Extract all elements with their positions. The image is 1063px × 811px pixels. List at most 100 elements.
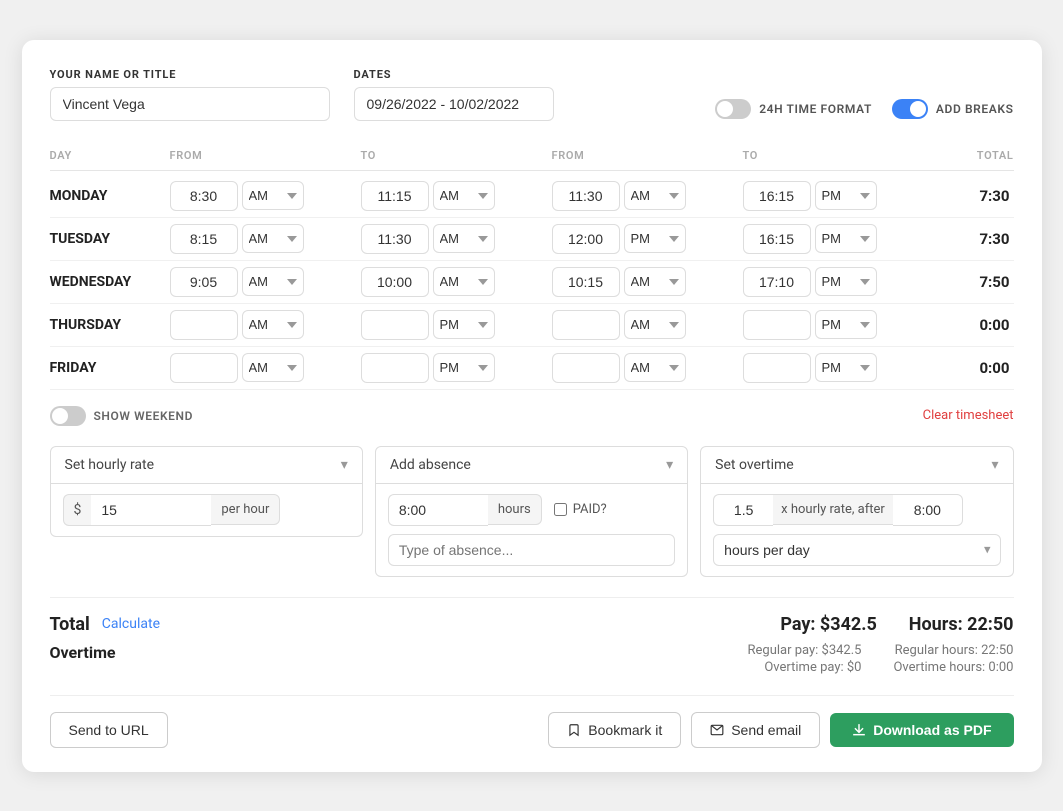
- from2-time-input[interactable]: [552, 267, 620, 297]
- to2-cell: AM PM: [743, 181, 934, 211]
- to2-ampm-select[interactable]: AM PM: [815, 353, 877, 382]
- from1-ampm-select[interactable]: AM PM: [242, 181, 304, 210]
- to2-time-input[interactable]: [743, 310, 811, 340]
- from2-time-input[interactable]: [552, 181, 620, 211]
- to2-ampm-select[interactable]: AM PM: [815, 310, 877, 339]
- from2-ampm-select[interactable]: AM PM: [624, 181, 686, 210]
- to1-time-input[interactable]: [361, 310, 429, 340]
- weekend-row: SHOW WEEKEND Clear timesheet: [50, 406, 1014, 426]
- email-icon: [710, 723, 724, 737]
- from2-time-input[interactable]: [552, 224, 620, 254]
- from2-cell: AM PM: [552, 267, 743, 297]
- totals-row2: Overtime Regular pay: $342.5 Overtime pa…: [50, 643, 1014, 675]
- absence-header-label: Add absence: [390, 457, 471, 473]
- to1-ampm-select[interactable]: AM PM: [433, 224, 495, 253]
- overtime-hours: Overtime hours: 0:00: [893, 660, 1013, 675]
- absence-header[interactable]: Add absence ▾: [375, 446, 688, 484]
- from2-time-input[interactable]: [552, 310, 620, 340]
- day-name: TUESDAY: [50, 231, 170, 247]
- overtime-hours-input[interactable]: [893, 494, 963, 526]
- send-email-button[interactable]: Send email: [691, 712, 820, 748]
- to1-ampm-select[interactable]: AM PM: [433, 310, 495, 339]
- download-button[interactable]: Download as PDF: [830, 713, 1013, 747]
- dates-label: DATES: [354, 68, 554, 81]
- timesheet-table: DAY FROM TO FROM TO TOTAL MONDAY AM PM A…: [50, 149, 1014, 390]
- to1-time-input[interactable]: [361, 267, 429, 297]
- overtime-type-select[interactable]: hours per day hours per week: [713, 534, 1000, 566]
- paid-checkbox[interactable]: [554, 503, 567, 516]
- from2-ampm-select[interactable]: AM PM: [624, 224, 686, 253]
- show-weekend-group: SHOW WEEKEND: [50, 406, 194, 426]
- add-breaks-knob: [910, 101, 926, 117]
- overtime-header[interactable]: Set overtime ▾: [700, 446, 1013, 484]
- to2-time-input[interactable]: [743, 353, 811, 383]
- to2-ampm-select[interactable]: AM PM: [815, 224, 877, 253]
- overtime-details: Regular pay: $342.5 Overtime pay: $0 Reg…: [747, 643, 1013, 675]
- day-name: WEDNESDAY: [50, 274, 170, 290]
- dollar-sign: $: [63, 494, 92, 526]
- show-weekend-toggle[interactable]: [50, 406, 86, 426]
- to1-ampm-select[interactable]: AM PM: [433, 353, 495, 382]
- to2-time-input[interactable]: [743, 181, 811, 211]
- name-label: YOUR NAME OR TITLE: [50, 68, 330, 81]
- add-breaks-label: ADD BREAKS: [936, 102, 1014, 116]
- from1-ampm-select[interactable]: AM PM: [242, 310, 304, 339]
- to1-time-input[interactable]: [361, 224, 429, 254]
- hourly-rate-header[interactable]: Set hourly rate ▾: [50, 446, 363, 484]
- table-row: TUESDAY AM PM AM PM AM PM: [50, 218, 1014, 261]
- absence-hours-input[interactable]: [388, 494, 488, 526]
- footer-row: Send to URL Bookmark it Send email Downl…: [50, 695, 1014, 748]
- from1-time-input[interactable]: [170, 353, 238, 383]
- to2-ampm-select[interactable]: AM PM: [815, 181, 877, 210]
- paid-label: PAID?: [573, 502, 607, 517]
- from1-time-input[interactable]: [170, 181, 238, 211]
- to2-ampm-select[interactable]: AM PM: [815, 267, 877, 296]
- col-header-total: TOTAL: [934, 149, 1014, 162]
- row-total: 7:30: [934, 187, 1014, 205]
- send-url-button[interactable]: Send to URL: [50, 712, 168, 748]
- from2-time-input[interactable]: [552, 353, 620, 383]
- from1-ampm-select[interactable]: AM PM: [242, 224, 304, 253]
- to1-time-input[interactable]: [361, 181, 429, 211]
- totals-row1: Total Calculate Pay: $342.5 Hours: 22:50: [50, 614, 1014, 635]
- day-name: MONDAY: [50, 188, 170, 204]
- from1-time-input[interactable]: [170, 310, 238, 340]
- paid-checkbox-group: PAID?: [554, 502, 607, 517]
- overtime-rate-input[interactable]: [713, 494, 773, 526]
- from1-time-input[interactable]: [170, 224, 238, 254]
- bookmark-button[interactable]: Bookmark it: [548, 712, 681, 748]
- from1-time-input[interactable]: [170, 267, 238, 297]
- from1-cell: AM PM: [170, 353, 361, 383]
- add-breaks-toggle[interactable]: [892, 99, 928, 119]
- from1-cell: AM PM: [170, 267, 361, 297]
- send-email-label: Send email: [731, 722, 801, 738]
- from1-cell: AM PM: [170, 310, 361, 340]
- from2-ampm-select[interactable]: AM PM: [624, 267, 686, 296]
- top-row: YOUR NAME OR TITLE DATES 24H TIME FORMAT…: [50, 68, 1014, 121]
- to1-ampm-select[interactable]: AM PM: [433, 267, 495, 296]
- to2-time-input[interactable]: [743, 267, 811, 297]
- to1-time-input[interactable]: [361, 353, 429, 383]
- col-header-to1: TO: [361, 149, 552, 162]
- per-hour-label: per hour: [211, 494, 280, 525]
- hourly-rate-chevron: ▾: [341, 457, 348, 473]
- rate-input[interactable]: [91, 494, 211, 526]
- to2-time-input[interactable]: [743, 224, 811, 254]
- from2-ampm-select[interactable]: AM PM: [624, 353, 686, 382]
- hours-total: Hours: 22:50: [909, 614, 1014, 635]
- name-input[interactable]: [50, 87, 330, 121]
- hourly-rate-header-label: Set hourly rate: [65, 457, 155, 473]
- from2-ampm-select[interactable]: AM PM: [624, 310, 686, 339]
- absence-type-input[interactable]: [388, 534, 675, 566]
- col-headers: DAY FROM TO FROM TO TOTAL: [50, 149, 1014, 171]
- to1-ampm-select[interactable]: AM PM: [433, 181, 495, 210]
- calculate-link[interactable]: Calculate: [102, 616, 160, 632]
- from1-ampm-select[interactable]: AM PM: [242, 353, 304, 382]
- from2-cell: AM PM: [552, 310, 743, 340]
- time-format-toggle[interactable]: [715, 99, 751, 119]
- from1-ampm-select[interactable]: AM PM: [242, 267, 304, 296]
- dates-input[interactable]: [354, 87, 554, 121]
- from1-cell: AM PM: [170, 181, 361, 211]
- clear-timesheet-link[interactable]: Clear timesheet: [923, 408, 1014, 423]
- to2-cell: AM PM: [743, 310, 934, 340]
